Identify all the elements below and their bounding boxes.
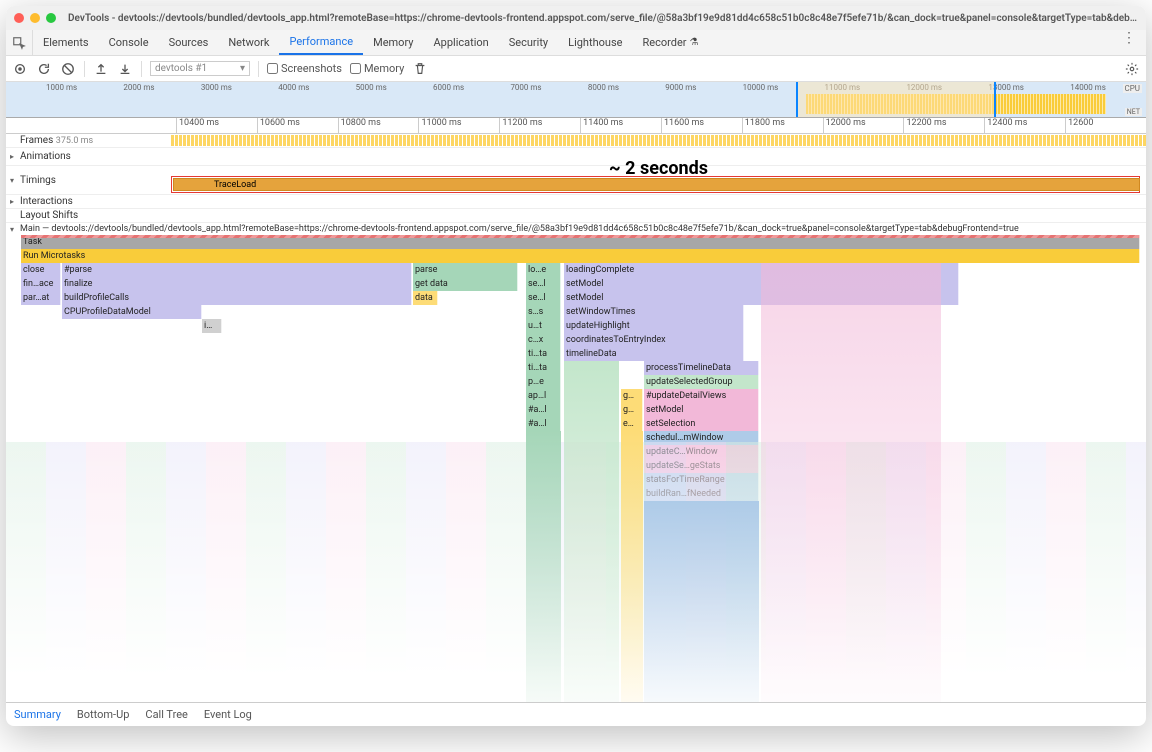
collect-garbage-button[interactable] [412, 61, 428, 77]
trash-icon [413, 62, 427, 76]
animations-track[interactable]: ▸Animations ~ 2 seconds [6, 148, 1146, 166]
flame-parse2[interactable]: parse [413, 263, 518, 277]
flame-updateselected[interactable]: updateSelectedGroup [644, 375, 759, 389]
interactions-track[interactable]: ▸Interactions [6, 195, 1146, 209]
flame-sel[interactable]: se…l [526, 277, 561, 291]
flame-i[interactable]: i… [202, 319, 222, 333]
download-icon [118, 62, 132, 76]
tab-elements[interactable]: Elements [33, 30, 99, 55]
record-button[interactable] [12, 61, 28, 77]
tab-application[interactable]: Application [423, 30, 498, 55]
tab-memory[interactable]: Memory [363, 30, 423, 55]
flame-e[interactable]: e… [621, 417, 643, 431]
clear-icon [61, 62, 75, 76]
frames-track[interactable]: Frames 375.0 ms [6, 134, 1146, 148]
long-task-indicator [21, 235, 1140, 238]
flame-setwindowtimes[interactable]: setWindowTimes [564, 305, 744, 319]
flame-coordinates[interactable]: coordinatesToEntryIndex [564, 333, 744, 347]
performance-toolbar: devtools #1▾ Screenshots Memory [6, 56, 1146, 82]
flame-timelinedata[interactable]: timelineData [564, 347, 744, 361]
flame-ss[interactable]: s…s [526, 305, 561, 319]
devtools-tabs: Elements Console Sources Network Perform… [6, 30, 1146, 56]
flame-microtasks[interactable]: Run Microtasks [21, 249, 1140, 263]
flame-cx[interactable]: c…x [526, 333, 561, 347]
tab-sources[interactable]: Sources [159, 30, 219, 55]
trace-load-entry[interactable]: TraceLoad [173, 178, 1140, 191]
memory-checkbox[interactable]: Memory [350, 62, 404, 75]
tab-lighthouse[interactable]: Lighthouse [558, 30, 632, 55]
flame-loe[interactable]: lo…e [526, 263, 561, 277]
overview-selection-handle[interactable] [796, 82, 996, 117]
flame-processtimeline[interactable]: processTimelineData [644, 361, 759, 375]
maximize-window-button[interactable] [46, 13, 56, 23]
flame-sel2[interactable]: se…l [526, 291, 561, 305]
flame-setselection[interactable]: setSelection [644, 417, 759, 431]
more-tabs-button[interactable]: ⋮ [1112, 30, 1146, 55]
flame-cpu[interactable]: CPUProfileDataModel [62, 305, 202, 319]
inspect-element-button[interactable] [6, 30, 33, 55]
flame-getdata[interactable]: get data [413, 277, 518, 291]
flame-updatehighlight[interactable]: updateHighlight [564, 319, 744, 333]
flame-apl[interactable]: ap…l [526, 389, 561, 403]
reload-record-button[interactable] [36, 61, 52, 77]
inspect-icon [12, 36, 26, 50]
flame-data[interactable]: data [413, 291, 438, 305]
flame-tita[interactable]: ti…ta [526, 347, 561, 361]
capture-settings-button[interactable] [1124, 61, 1140, 77]
flame-setmodel3[interactable]: setModel [644, 403, 759, 417]
flame-chart[interactable]: Task Run Microtasks close #parse parse l… [6, 235, 1146, 702]
flask-icon: ⚗ [690, 37, 699, 48]
chevron-down-icon: ▾ [240, 63, 245, 74]
main-track-label[interactable]: ▾Main — devtools://devtools/bundled/devt… [6, 223, 1146, 235]
net-label: NET [1125, 108, 1142, 116]
gear-icon [1125, 62, 1139, 76]
tab-performance[interactable]: Performance [279, 30, 363, 55]
screenshots-checkbox[interactable]: Screenshots [267, 62, 342, 75]
clear-button[interactable] [60, 61, 76, 77]
window-title: DevTools - devtools://devtools/bundled/d… [68, 13, 1138, 24]
timeline-ruler: 10400 ms10600 ms10800 ms 11000 ms11200 m… [6, 118, 1146, 134]
upload-icon [94, 62, 108, 76]
flame-close[interactable]: close [21, 263, 61, 277]
flame-g[interactable]: g… [621, 389, 643, 403]
minimize-window-button[interactable] [30, 13, 40, 23]
details-tabs: Summary Bottom-Up Call Tree Event Log [6, 702, 1146, 726]
tab-call-tree[interactable]: Call Tree [145, 708, 187, 721]
flame-pe[interactable]: p…e [526, 375, 561, 389]
window-titlebar: DevTools - devtools://devtools/bundled/d… [6, 6, 1146, 30]
flame-al2[interactable]: #a…l [526, 417, 561, 431]
close-window-button[interactable] [14, 13, 24, 23]
flame-tita2[interactable]: ti…ta [526, 361, 561, 375]
flame-updatedetail[interactable]: #updateDetailViews [644, 389, 759, 403]
flame-parse[interactable]: #parse [62, 263, 412, 277]
reload-icon [37, 62, 51, 76]
flame-finalize[interactable]: finalize [62, 277, 412, 291]
flame-parat[interactable]: par…at [21, 291, 61, 305]
tab-security[interactable]: Security [499, 30, 558, 55]
tab-network[interactable]: Network [218, 30, 279, 55]
tab-bottom-up[interactable]: Bottom-Up [77, 708, 130, 721]
tab-recorder[interactable]: Recorder⚗ [632, 30, 708, 55]
flame-finace[interactable]: fin…ace [21, 277, 61, 291]
flame-al[interactable]: #a…l [526, 403, 561, 417]
timeline-overview[interactable]: 1000 ms 2000 ms 3000 ms 4000 ms 5000 ms … [6, 82, 1146, 118]
tab-summary[interactable]: Summary [14, 708, 61, 721]
download-button[interactable] [117, 61, 133, 77]
record-icon [13, 62, 27, 76]
upload-button[interactable] [93, 61, 109, 77]
flame-build[interactable]: buildProfileCalls [62, 291, 412, 305]
trace-selector-dropdown[interactable]: devtools #1▾ [150, 61, 250, 76]
tab-console[interactable]: Console [99, 30, 159, 55]
layout-shifts-track[interactable]: Layout Shifts [6, 209, 1146, 223]
flame-g2[interactable]: g… [621, 403, 643, 417]
timings-track[interactable]: ▾Timings TraceLoad [6, 166, 1146, 195]
flame-ut[interactable]: u…t [526, 319, 561, 333]
tab-event-log[interactable]: Event Log [204, 708, 252, 721]
cpu-label: CPU [1123, 84, 1142, 93]
